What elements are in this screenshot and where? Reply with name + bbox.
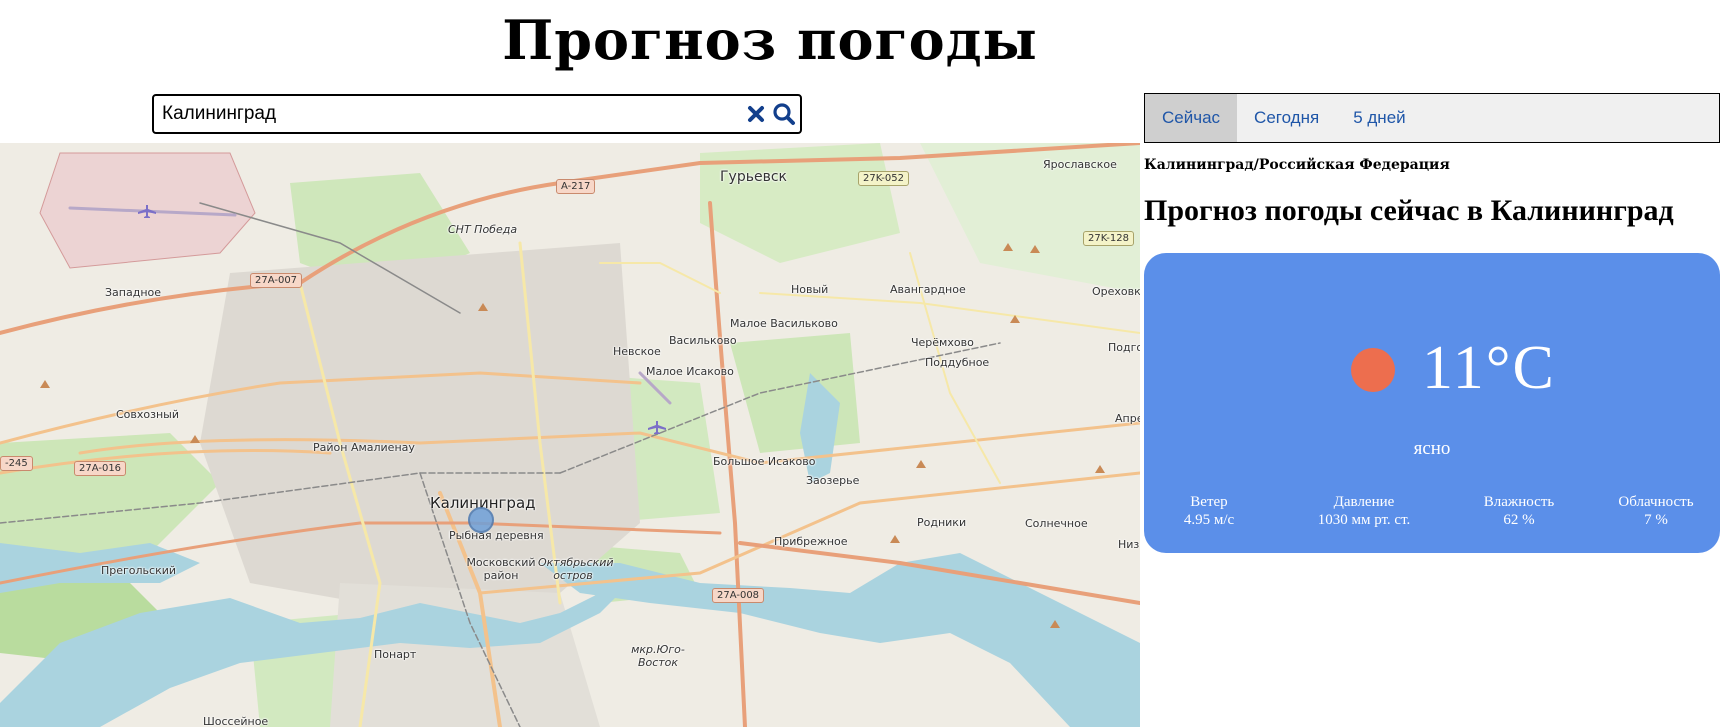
stat-humidity: Влажность 62 % (1454, 493, 1584, 529)
map-label: Большое Исаково (713, 455, 816, 468)
stat-label: Влажность (1483, 494, 1555, 510)
map-label: Апре (1115, 412, 1140, 425)
map-label: Заозерье (806, 474, 860, 487)
page-title: Прогноз погоды (502, 8, 1038, 72)
map-label: Ярославское (1043, 158, 1117, 171)
road-shield: A-217 (556, 179, 596, 194)
temperature: 11°C (1422, 334, 1556, 402)
road-shield: 27K-052 (858, 171, 909, 186)
location-marker[interactable] (468, 507, 494, 533)
stat-pressure: Давление 1030 мм рт. ст. (1289, 493, 1439, 529)
map-label: Малое Васильково (730, 317, 838, 330)
stat-label: Давление (1333, 494, 1395, 510)
stat-label: Ветер (1190, 494, 1228, 510)
map-label: мкр.Юго-Восток (631, 643, 685, 669)
map-label: Шоссейное (203, 715, 269, 727)
map-label: Гурьевск (720, 169, 787, 185)
search-box (152, 94, 802, 134)
map-label: Рыбная деревня (449, 529, 544, 542)
map-label: Октябрьский остров (538, 556, 614, 582)
map-label: Прибрежное (774, 535, 848, 548)
road-shield: 27A-016 (74, 461, 127, 476)
road-shield: 27A-008 (712, 588, 765, 603)
stat-value: 1030 мм рт. ст. (1317, 512, 1411, 528)
map-label: Московский район (466, 556, 536, 582)
map-label: Невское (613, 345, 661, 358)
map-label: СНТ Победа (448, 223, 518, 236)
map-label: Понарт (374, 648, 417, 661)
stat-wind: Ветер 4.95 м/с (1154, 493, 1264, 529)
map-label: Васильково (669, 334, 737, 347)
tab-now[interactable]: Сейчас (1145, 94, 1238, 142)
sun-icon (1351, 348, 1395, 392)
map-label: Западное (105, 286, 162, 299)
map-label: Новый (791, 283, 829, 296)
map-label: Совхозный (116, 408, 180, 421)
map-label: Подго (1108, 341, 1140, 354)
forecast-heading: Прогноз погоды сейчас в Калининград (1144, 194, 1674, 227)
map[interactable]: Гурьевск Ярославское СНТ Победа Западное… (0, 143, 1140, 727)
map-label: Авангардное (890, 283, 966, 296)
location-label: Калининград/Российская Федерация (1144, 157, 1450, 173)
stat-value: 4.95 м/с (1183, 512, 1235, 528)
stat-value: 62 % (1503, 512, 1535, 528)
map-label: Прегольский (101, 564, 177, 577)
stat-value: 7 % (1644, 512, 1668, 528)
map-label: Черёмхово (911, 336, 974, 349)
tab-5-days[interactable]: 5 дней (1336, 94, 1422, 142)
stat-cloudiness: Облачность 7 % (1596, 493, 1716, 529)
road-shield: 27A-007 (250, 273, 303, 288)
map-label: Поддубное (925, 356, 990, 369)
map-label: Родники (917, 516, 967, 529)
road-shield: -245 (0, 456, 33, 471)
close-icon[interactable] (744, 99, 768, 129)
map-label: Малое Исаково (646, 365, 734, 378)
stat-label: Облачность (1618, 494, 1694, 510)
forecast-tabs: Сейчас Сегодня 5 дней (1144, 93, 1720, 143)
map-label: Низ (1118, 538, 1140, 551)
search-icon[interactable] (772, 99, 796, 129)
map-tiles (0, 143, 1140, 727)
road-shield: 27K-128 (1083, 231, 1134, 246)
map-label: Солнечное (1025, 517, 1088, 530)
tab-today[interactable]: Сегодня (1237, 94, 1336, 142)
search-input[interactable] (154, 96, 744, 132)
weather-card: 11°C ясно Ветер 4.95 м/с Давление 1030 м… (1144, 253, 1720, 553)
weather-condition: ясно (1413, 438, 1451, 459)
map-label: Район Амалиенау (313, 441, 415, 454)
map-label: Ореховка (1092, 285, 1140, 298)
